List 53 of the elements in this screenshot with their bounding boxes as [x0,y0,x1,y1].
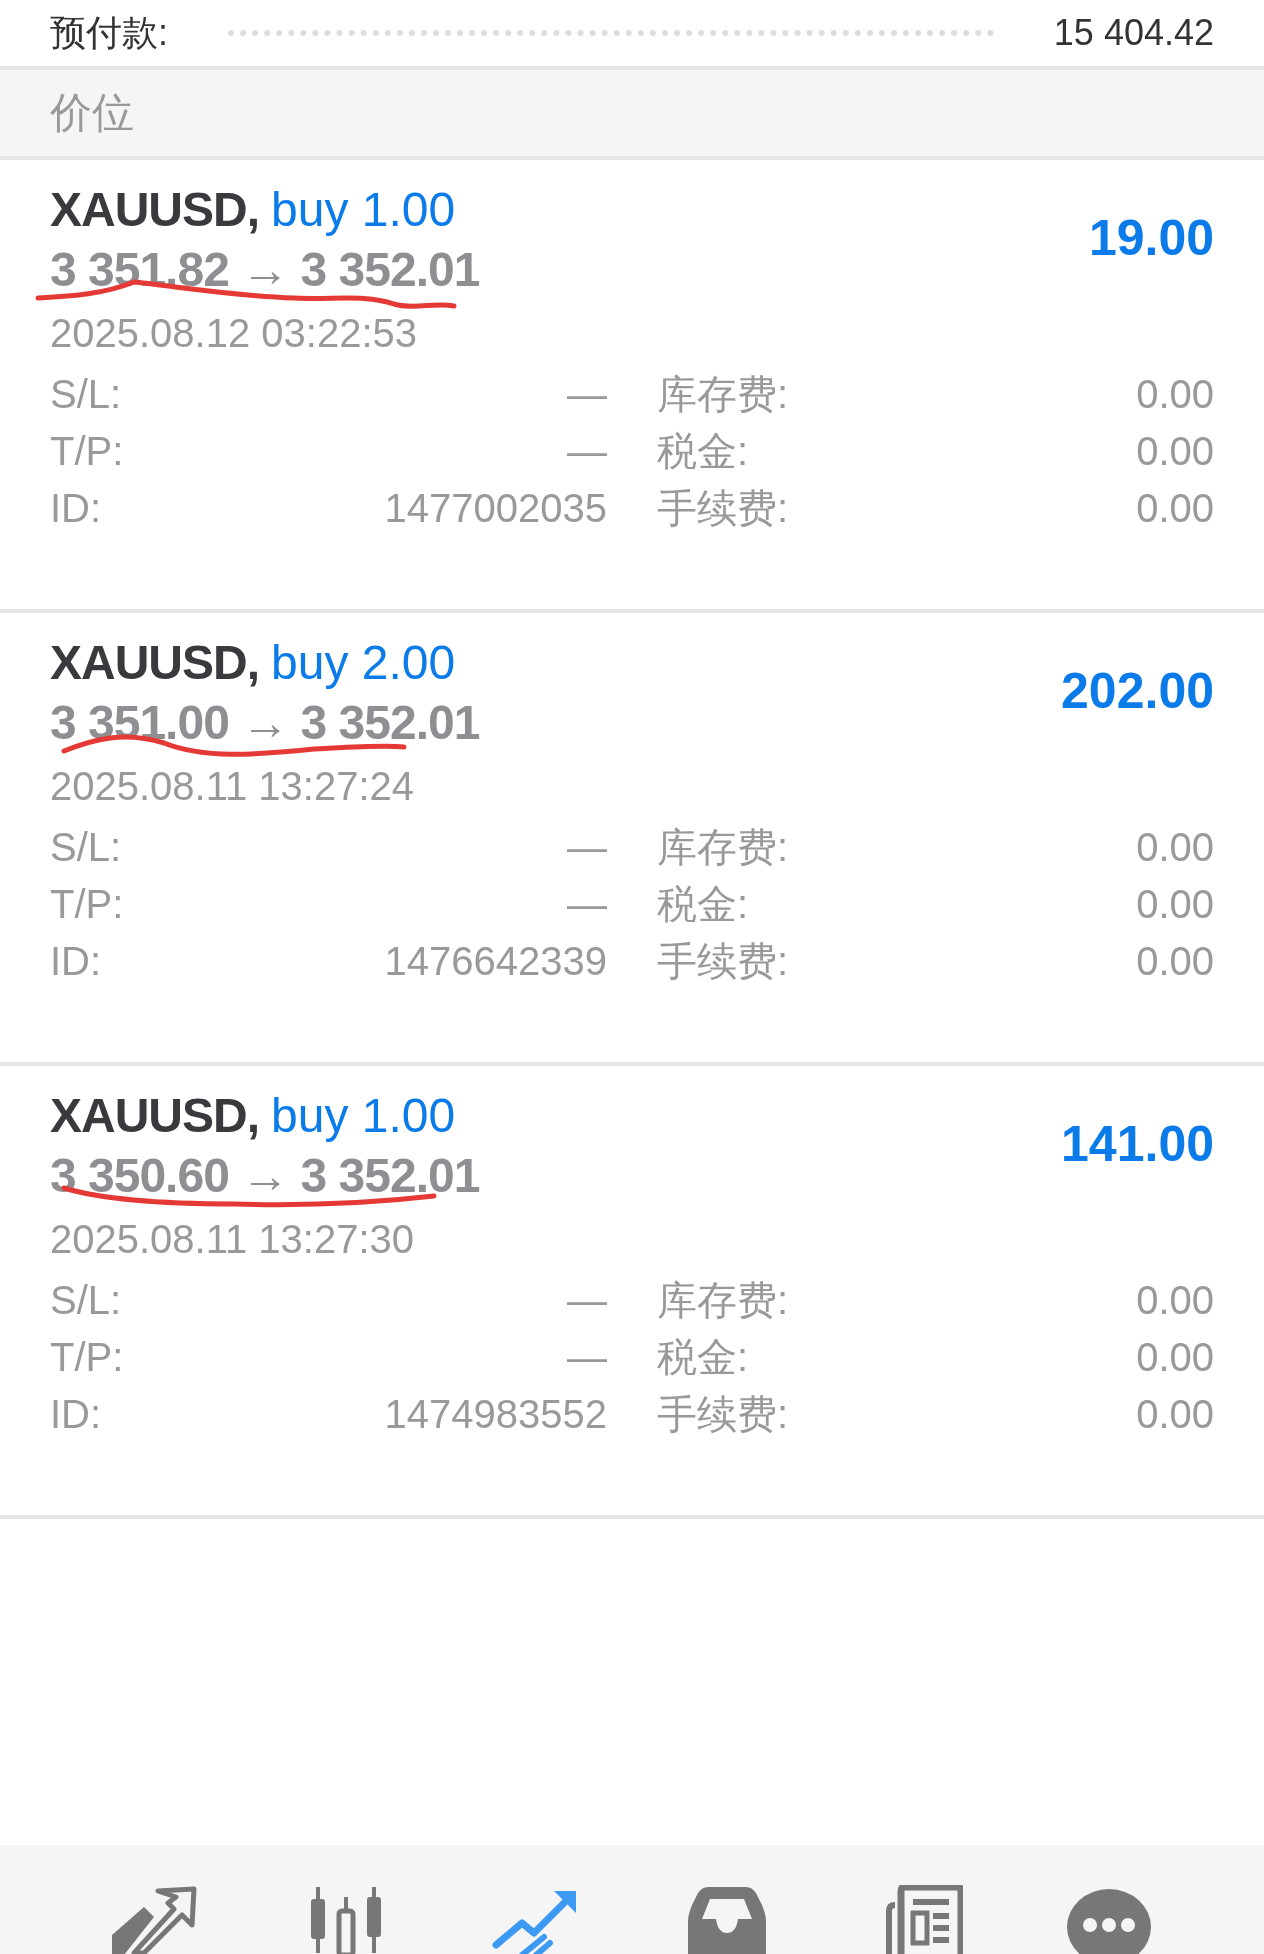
detail-label: ID: [50,1391,103,1438]
order-item[interactable]: XAUUSD, buy 2.00 3 351.00 → 3 352.01 202.00 2025.08.11 13:27:24 S/L: — 库存费: 0.00 T/P: — 税金: 0.00 ID: 1476642339 手续费: 0.00 [0,613,1264,1066]
detail-label: T/P: [50,428,125,475]
detail-label: T/P: [50,881,125,928]
order-symbol: XAUUSD, [50,1089,260,1142]
detail-value: 0.00 [1135,1334,1214,1381]
detail-label: ID: [50,485,103,532]
detail-value: — [566,1277,607,1324]
detail-value: 0.00 [1135,938,1214,985]
detail-value: 1474983552 [383,1391,607,1438]
order-side: buy 2.00 [271,636,456,689]
summary-value: 15 404.42 [1053,12,1214,54]
detail-value: 1476642339 [383,938,607,985]
order-symbol: XAUUSD, [50,183,260,236]
detail-value: 0.00 [1135,824,1214,871]
detail-label: 库存费: [656,1277,790,1324]
detail-value: — [566,1334,607,1381]
detail-label: 手续费: [656,485,790,532]
detail-value: — [566,428,607,475]
detail-label: 手续费: [656,1391,790,1438]
detail-value: 0.00 [1135,1277,1214,1324]
order-time: 2025.08.11 13:27:30 [50,1216,416,1263]
order-time: 2025.08.12 03:22:53 [50,310,418,357]
detail-value: 0.00 [1135,881,1214,928]
detail-label: 库存费: [656,371,790,418]
detail-label: S/L: [50,824,123,871]
detail-value: 1477002035 [383,485,607,532]
detail-label: 税金: [656,428,750,475]
summary-label: 预付款: [50,10,168,55]
order-time: 2025.08.11 13:27:24 [50,763,416,810]
order-profit: 202.00 [1061,662,1214,720]
detail-value: — [566,881,607,928]
detail-label: T/P: [50,1334,125,1381]
detail-label: 税金: [656,1334,750,1381]
detail-value: 0.00 [1135,485,1214,532]
order-symbol: XAUUSD, [50,636,260,689]
order-prices: 3 351.00 → 3 352.01 [50,695,480,751]
order-profit: 19.00 [1088,209,1214,267]
detail-label: 手续费: [656,938,790,985]
detail-label: ID: [50,938,103,985]
order-side: buy 1.00 [271,1089,456,1142]
detail-label: S/L: [50,1277,123,1324]
detail-label: 库存费: [656,824,790,871]
detail-value: — [566,824,607,871]
order-side: buy 1.00 [271,183,456,236]
order-profit: 141.00 [1061,1115,1214,1173]
detail-label: S/L: [50,371,123,418]
detail-label: 税金: [656,881,750,928]
section-title: 价位 [50,88,134,138]
detail-value: 0.00 [1135,428,1214,475]
detail-value: — [566,371,607,418]
detail-value: 0.00 [1135,371,1214,418]
detail-value: 0.00 [1135,1391,1214,1438]
